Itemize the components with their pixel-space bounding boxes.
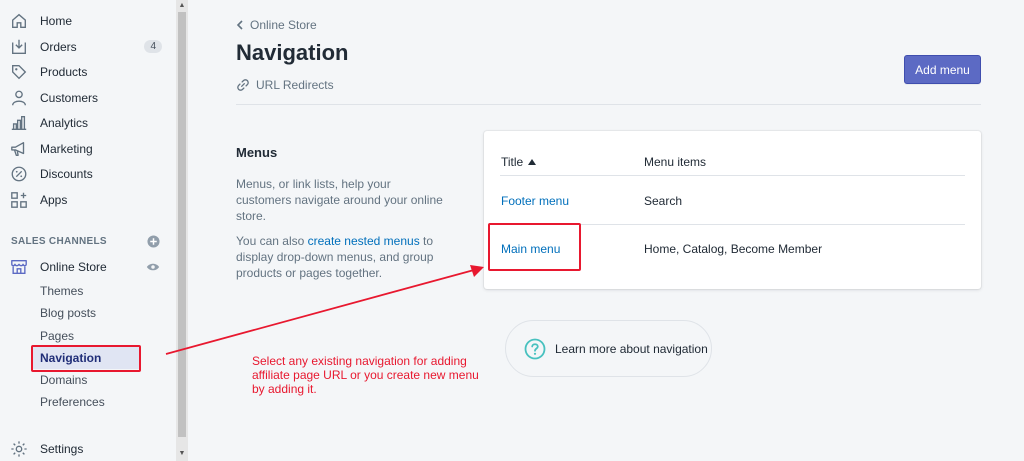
column-header-menu-items: Menu items [644, 155, 706, 169]
sidebar-item-marketing[interactable]: Marketing [10, 138, 166, 160]
nested-desc-prefix: You can also [236, 234, 308, 248]
help-question-icon [524, 338, 546, 359]
add-channel-icon[interactable] [147, 235, 160, 248]
menu-items-main-menu: Home, Catalog, Become Member [644, 242, 823, 256]
orders-count-badge: 4 [144, 40, 162, 53]
url-redirects-link[interactable]: URL Redirects [236, 78, 334, 92]
sidebar-subitem-blog-posts[interactable]: Blog posts [40, 304, 96, 322]
learn-more-callout: Learn more about navigation [505, 320, 712, 377]
sidebar-item-label: Marketing [40, 142, 93, 156]
person-icon [10, 89, 28, 107]
menus-description: Menus, or link lists, help your customer… [236, 177, 443, 223]
sidebar-item-label: Discounts [40, 167, 93, 181]
learn-more-text: Learn more about navigation [555, 342, 708, 356]
column-header-title[interactable]: Title [501, 155, 537, 169]
sidebar-item-settings[interactable]: Settings [10, 438, 166, 460]
breadcrumb-label: Online Store [250, 18, 317, 32]
scroll-down-arrow-icon[interactable]: ▼ [178, 450, 186, 458]
sidebar-item-online-store[interactable]: Online Store [10, 256, 166, 278]
sales-channels-heading: SALES CHANNELS [11, 236, 107, 247]
analytics-icon [10, 114, 28, 132]
megaphone-icon [10, 140, 28, 158]
learn-more-navigation-link[interactable]: navigation [653, 342, 708, 356]
header-divider [236, 104, 981, 105]
sidebar: Home Orders 4 Products Customers Analyti… [0, 0, 176, 461]
sidebar-item-label: Online Store [40, 260, 107, 274]
sidebar-item-analytics[interactable]: Analytics [10, 112, 166, 134]
chevron-left-icon [236, 20, 243, 30]
sidebar-item-label: Customers [40, 91, 99, 105]
sidebar-item-customers[interactable]: Customers [10, 87, 166, 109]
menu-items-footer-menu: Search [644, 194, 683, 208]
store-icon [10, 258, 28, 276]
annotation-highlight-navigation [31, 345, 141, 372]
url-redirects-label: URL Redirects [256, 78, 334, 92]
sidebar-subitem-themes[interactable]: Themes [40, 282, 83, 300]
column-header-label: Title [501, 155, 524, 169]
sidebar-subitem-pages[interactable]: Pages [40, 327, 74, 345]
annotation-text: Select any existing navigation for addin… [252, 354, 479, 396]
sidebar-item-products[interactable]: Products [10, 61, 166, 83]
sidebar-item-label: Orders [40, 40, 77, 54]
column-header-label: Menu items [644, 155, 707, 169]
sidebar-subitem-domains[interactable]: Domains [40, 371, 87, 389]
menu-title-footer-menu[interactable]: Footer menu [501, 194, 569, 208]
sidebar-item-label: Settings [40, 442, 84, 456]
menus-nested-description: You can also create nested menus to disp… [236, 233, 446, 281]
add-menu-button[interactable]: Add menu [904, 55, 981, 84]
gear-icon [10, 440, 28, 458]
scrollbar-thumb[interactable] [178, 12, 186, 437]
sidebar-subitem-preferences[interactable]: Preferences [40, 393, 105, 411]
sidebar-item-apps[interactable]: Apps [10, 189, 166, 211]
sidebar-item-home[interactable]: Home [10, 10, 166, 32]
sidebar-item-label: Products [40, 65, 88, 79]
sidebar-item-label: Analytics [40, 116, 89, 130]
apps-icon [10, 191, 28, 209]
home-icon [10, 12, 28, 30]
table-divider [500, 175, 965, 176]
annotation-highlight-main-menu [488, 223, 581, 271]
sidebar-item-orders[interactable]: Orders 4 [10, 36, 166, 58]
orders-icon [10, 38, 28, 56]
view-store-eye-icon[interactable] [146, 262, 160, 272]
create-nested-menus-link[interactable]: create nested menus [308, 234, 420, 248]
learn-more-prefix: Learn more about [555, 341, 654, 356]
sidebar-item-discounts[interactable]: Discounts [10, 163, 166, 185]
discount-icon [10, 165, 28, 183]
page-title: Navigation [236, 40, 349, 65]
sidebar-scrollbar[interactable]: ▲ ▼ [176, 0, 188, 461]
sidebar-item-label: Home [40, 14, 73, 28]
menus-section-title: Menus [236, 145, 278, 160]
scroll-up-arrow-icon[interactable]: ▲ [178, 2, 186, 10]
tag-icon [10, 63, 28, 81]
sidebar-item-label: Apps [40, 193, 68, 207]
breadcrumb[interactable]: Online Store [235, 18, 317, 32]
link-icon [237, 79, 249, 91]
sort-ascending-icon [528, 159, 537, 165]
